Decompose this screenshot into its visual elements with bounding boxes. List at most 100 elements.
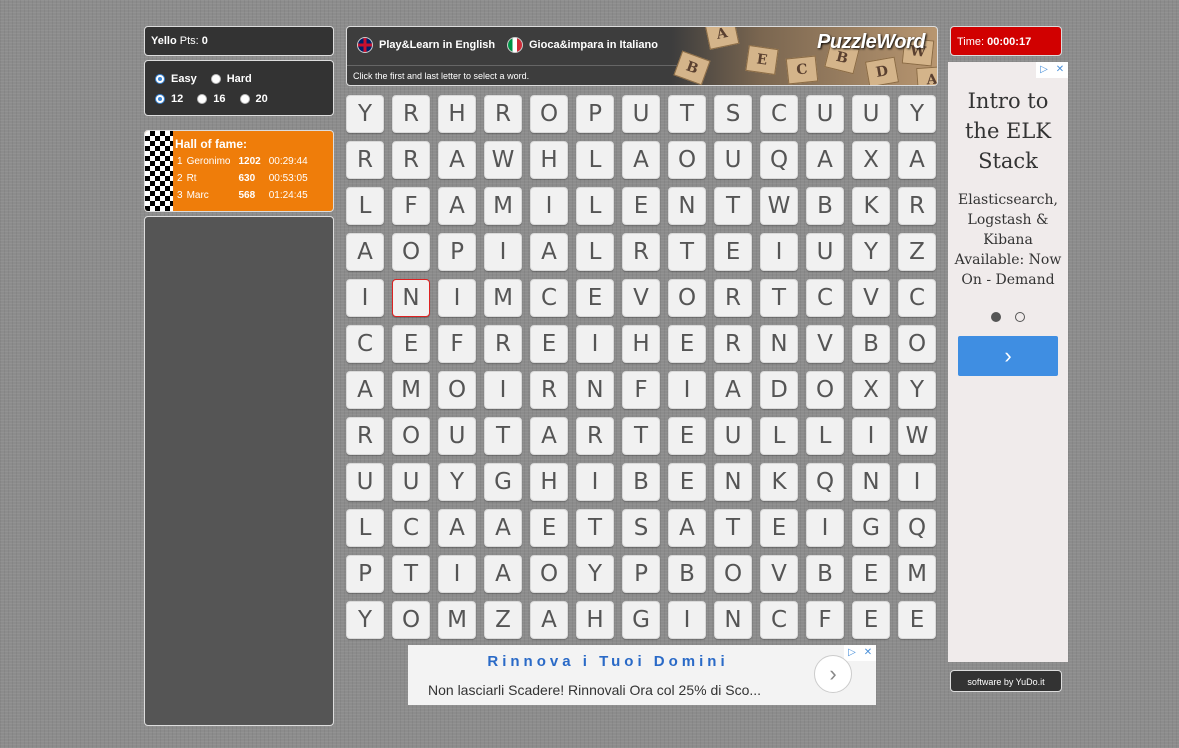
letter-cell[interactable]: U <box>714 141 752 179</box>
letter-cell[interactable]: V <box>852 279 890 317</box>
letter-cell[interactable]: L <box>576 233 614 271</box>
size-16-option[interactable]: 16 <box>197 93 226 105</box>
letter-cell[interactable]: B <box>622 463 660 501</box>
letter-cell[interactable]: G <box>484 463 522 501</box>
letter-cell[interactable]: R <box>714 325 752 363</box>
letter-cell[interactable]: E <box>668 325 706 363</box>
letter-cell[interactable]: T <box>714 509 752 547</box>
letter-cell[interactable]: U <box>622 95 660 133</box>
carousel-dot-active[interactable] <box>991 312 1001 322</box>
letter-cell[interactable]: E <box>714 233 752 271</box>
letter-cell[interactable]: V <box>806 325 844 363</box>
letter-cell[interactable]: A <box>438 187 476 225</box>
difficulty-easy-radio[interactable] <box>155 74 165 84</box>
letter-cell[interactable]: W <box>760 187 798 225</box>
letter-cell[interactable]: S <box>622 509 660 547</box>
letter-cell[interactable]: H <box>576 601 614 639</box>
ad-arrow-button[interactable]: › <box>814 655 852 693</box>
letter-cell[interactable]: A <box>898 141 936 179</box>
letter-cell[interactable]: A <box>438 141 476 179</box>
letter-cell[interactable]: Q <box>898 509 936 547</box>
letter-cell[interactable]: A <box>806 141 844 179</box>
letter-cell[interactable]: R <box>714 279 752 317</box>
letter-cell[interactable]: E <box>392 325 430 363</box>
letter-cell[interactable]: I <box>852 417 890 455</box>
letter-cell[interactable]: E <box>852 555 890 593</box>
letter-cell[interactable]: E <box>530 509 568 547</box>
letter-cell[interactable]: O <box>898 325 936 363</box>
letter-cell[interactable]: E <box>576 279 614 317</box>
letter-cell[interactable]: W <box>898 417 936 455</box>
letter-cell[interactable]: R <box>622 233 660 271</box>
letter-cell[interactable]: E <box>760 509 798 547</box>
letter-cell[interactable]: K <box>760 463 798 501</box>
size-20-radio[interactable] <box>239 94 250 104</box>
letter-cell[interactable]: F <box>392 187 430 225</box>
letter-cell[interactable]: H <box>530 141 568 179</box>
letter-cell[interactable]: N <box>852 463 890 501</box>
letter-cell[interactable]: A <box>622 141 660 179</box>
letter-cell[interactable]: I <box>760 233 798 271</box>
letter-cell[interactable]: K <box>852 187 890 225</box>
letter-cell[interactable]: C <box>760 601 798 639</box>
letter-cell[interactable]: B <box>806 187 844 225</box>
letter-cell[interactable]: O <box>668 141 706 179</box>
letter-cell[interactable]: P <box>622 555 660 593</box>
letter-cell[interactable]: I <box>346 279 384 317</box>
letter-cell[interactable]: E <box>898 601 936 639</box>
letter-cell[interactable]: E <box>668 463 706 501</box>
letter-cell[interactable]: I <box>484 233 522 271</box>
letter-cell[interactable]: A <box>346 233 384 271</box>
letter-cell[interactable]: B <box>852 325 890 363</box>
letter-cell[interactable]: R <box>576 417 614 455</box>
letter-cell[interactable]: R <box>484 95 522 133</box>
letter-cell[interactable]: U <box>438 417 476 455</box>
adchoices-icon[interactable]: ▷ <box>1036 62 1052 78</box>
letter-cell[interactable]: X <box>852 371 890 409</box>
letter-cell[interactable]: A <box>530 601 568 639</box>
letter-cell[interactable]: O <box>714 555 752 593</box>
letter-cell[interactable]: O <box>392 601 430 639</box>
letter-cell[interactable]: P <box>438 233 476 271</box>
letter-cell[interactable]: Y <box>852 233 890 271</box>
letter-cell[interactable]: X <box>852 141 890 179</box>
letter-cell[interactable]: M <box>484 187 522 225</box>
letter-cell[interactable]: A <box>484 555 522 593</box>
letter-cell[interactable]: I <box>576 325 614 363</box>
size-12-option[interactable]: 12 <box>155 93 183 105</box>
letter-cell[interactable]: H <box>438 95 476 133</box>
letter-cell[interactable]: P <box>346 555 384 593</box>
letter-cell[interactable]: F <box>806 601 844 639</box>
close-icon[interactable]: ✕ <box>1052 62 1068 78</box>
letter-cell[interactable]: F <box>438 325 476 363</box>
size-20-option[interactable]: 20 <box>239 93 268 105</box>
letter-cell[interactable]: C <box>760 95 798 133</box>
letter-cell[interactable]: E <box>622 187 660 225</box>
letter-cell[interactable]: R <box>346 417 384 455</box>
letter-cell[interactable]: U <box>714 417 752 455</box>
letter-cell[interactable]: C <box>346 325 384 363</box>
letter-cell[interactable]: C <box>392 509 430 547</box>
letter-cell[interactable]: Q <box>806 463 844 501</box>
letter-cell[interactable]: R <box>392 141 430 179</box>
letter-cell[interactable]: M <box>898 555 936 593</box>
letter-cell[interactable]: D <box>760 371 798 409</box>
letter-cell[interactable]: A <box>530 233 568 271</box>
close-icon[interactable]: ✕ <box>860 645 876 661</box>
letter-cell[interactable]: L <box>346 187 384 225</box>
letter-cell[interactable]: T <box>392 555 430 593</box>
letter-cell[interactable]: N <box>760 325 798 363</box>
letter-cell[interactable]: Y <box>898 95 936 133</box>
letter-cell[interactable]: T <box>714 187 752 225</box>
letter-cell[interactable]: R <box>484 325 522 363</box>
letter-cell[interactable]: H <box>530 463 568 501</box>
letter-cell[interactable]: Z <box>898 233 936 271</box>
letter-cell[interactable]: O <box>392 417 430 455</box>
letter-cell[interactable]: M <box>392 371 430 409</box>
difficulty-hard-radio[interactable] <box>210 74 221 84</box>
letter-cell[interactable]: O <box>530 555 568 593</box>
letter-cell[interactable]: U <box>806 95 844 133</box>
carousel-dot[interactable] <box>1015 312 1025 322</box>
letter-cell[interactable]: V <box>760 555 798 593</box>
letter-cell[interactable]: L <box>576 141 614 179</box>
